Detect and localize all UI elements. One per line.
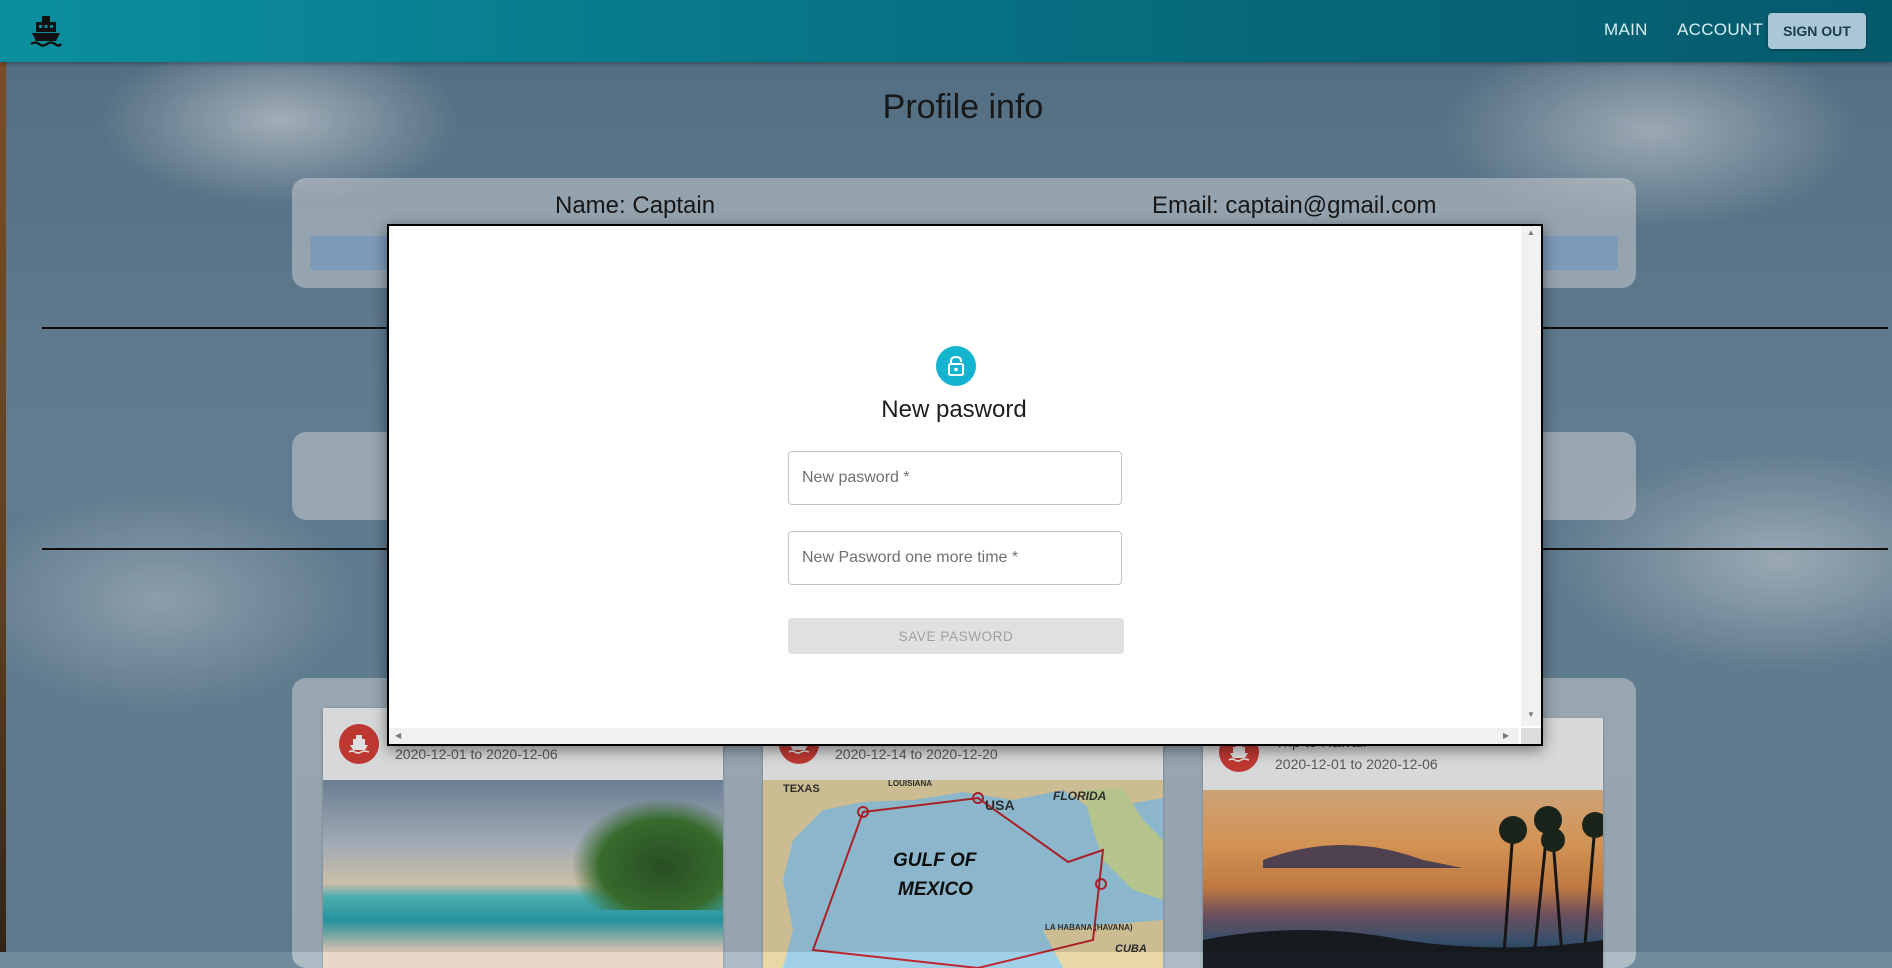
vertical-scrollbar[interactable]: ▲ ▼ — [1521, 226, 1541, 726]
scroll-up-icon[interactable]: ▲ — [1527, 228, 1535, 237]
confirm-password-field[interactable] — [788, 531, 1122, 585]
sign-out-button[interactable]: SIGN OUT — [1768, 13, 1866, 49]
nav-main-link[interactable]: MAIN — [1604, 20, 1648, 40]
app-header: MAIN ACCOUNT SIGN OUT — [0, 0, 1892, 62]
scroll-right-icon[interactable]: ▶ — [1503, 731, 1509, 740]
lock-icon — [936, 346, 976, 386]
scroll-down-icon[interactable]: ▼ — [1527, 710, 1535, 719]
scroll-left-icon[interactable]: ◀ — [395, 731, 401, 740]
dialog-content: New pasword SAVE PASWORD — [389, 226, 1519, 726]
confirm-password-input[interactable] — [789, 532, 1121, 584]
horizontal-scrollbar[interactable]: ◀ ▶ — [389, 728, 1519, 744]
nav-account-link[interactable]: ACCOUNT — [1677, 20, 1763, 40]
save-password-button[interactable]: SAVE PASWORD — [788, 618, 1124, 654]
new-password-dialog: New pasword SAVE PASWORD ▲ ▼ ◀ ▶ — [387, 224, 1543, 746]
new-password-input[interactable] — [789, 452, 1121, 504]
new-password-field[interactable] — [788, 451, 1122, 505]
ship-icon[interactable] — [30, 14, 63, 48]
scrollbar-corner — [1521, 728, 1541, 744]
dialog-title: New pasword — [881, 396, 1027, 423]
